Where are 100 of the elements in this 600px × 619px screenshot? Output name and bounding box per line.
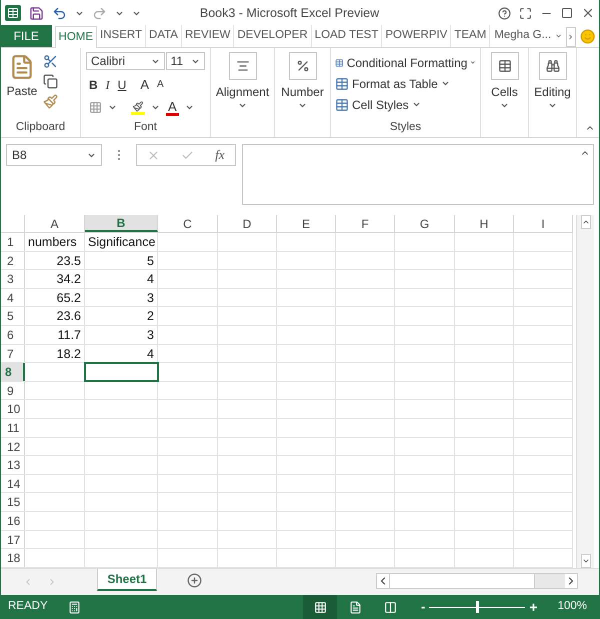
table-cell[interactable]: 65.2 <box>25 288 85 306</box>
row-header[interactable]: 6 <box>1 326 25 344</box>
undo-icon[interactable] <box>52 6 67 20</box>
fill-color-icon[interactable] <box>131 100 145 114</box>
scrollbar-thumb[interactable] <box>389 574 535 588</box>
file-tab[interactable]: FILE <box>1 25 52 47</box>
dropdown-caret-icon <box>500 101 509 110</box>
ribbon-tab[interactable]: POWERPIV <box>382 25 452 47</box>
scroll-up-icon[interactable] <box>580 215 590 229</box>
styles-menu-button[interactable]: Conditional Formatting <box>346 54 468 72</box>
styles-menu-button[interactable]: Cell Styles <box>352 96 409 114</box>
zoom-slider-track[interactable] <box>429 601 526 613</box>
cut-icon[interactable] <box>43 54 58 69</box>
ribbon-display-icon[interactable] <box>519 6 532 20</box>
new-sheet-icon[interactable] <box>187 572 202 588</box>
row-header[interactable]: 17 <box>1 530 25 548</box>
format-painter-icon[interactable] <box>43 94 58 109</box>
zoom-in-button[interactable]: + <box>529 596 538 618</box>
table-cell[interactable]: 3 <box>85 288 158 306</box>
row-header[interactable]: 2 <box>1 252 25 270</box>
horizontal-scrollbar[interactable] <box>376 572 578 589</box>
table-cell[interactable]: 4 <box>85 270 158 288</box>
maximize-icon[interactable] <box>561 7 573 19</box>
table-cell[interactable]: 18.2 <box>25 344 85 362</box>
close-icon[interactable] <box>581 6 595 20</box>
vertical-scrollbar[interactable] <box>576 215 594 568</box>
editing-button[interactable]: Editing <box>534 83 571 101</box>
table-cell[interactable]: 23.6 <box>25 307 85 325</box>
shrink-font-button[interactable]: A <box>157 77 164 92</box>
row-header[interactable]: 9 <box>1 382 25 400</box>
table-cell[interactable]: 4 <box>85 344 158 362</box>
ribbon-tab[interactable]: REVIEW <box>182 25 234 47</box>
save-icon[interactable] <box>29 6 44 20</box>
paste-button[interactable]: Paste <box>5 52 39 119</box>
formula-field[interactable] <box>242 144 594 205</box>
italic-button[interactable]: I <box>106 76 110 94</box>
font-name-field[interactable]: Calibri <box>86 52 165 70</box>
ribbon-tab[interactable]: DATA <box>146 25 182 47</box>
table-cell[interactable]: 5 <box>85 252 158 270</box>
help-icon[interactable] <box>498 6 511 20</box>
number-button[interactable]: Number <box>281 83 324 101</box>
column-header[interactable]: B <box>85 215 158 232</box>
sheet-tab[interactable]: Sheet1 <box>97 568 157 591</box>
row-header[interactable]: 12 <box>1 438 25 456</box>
borders-icon[interactable] <box>89 101 102 114</box>
row-header[interactable]: 10 <box>1 400 25 418</box>
row-header[interactable]: 5 <box>1 307 25 325</box>
table-cell[interactable] <box>85 363 158 381</box>
row-header[interactable]: 7 <box>1 344 25 362</box>
row-header[interactable]: 4 <box>1 288 25 306</box>
copy-icon[interactable] <box>43 74 58 89</box>
row-header[interactable]: 16 <box>1 512 25 530</box>
font-color-button[interactable]: A <box>166 100 179 116</box>
underline-button[interactable]: U <box>118 76 126 94</box>
page-break-icon[interactable] <box>384 600 398 614</box>
alignment-button[interactable]: Alignment <box>216 83 270 101</box>
row-header[interactable]: 8 <box>1 363 25 381</box>
column-header[interactable]: G <box>395 215 455 232</box>
zoom-out-button[interactable]: - <box>421 597 426 617</box>
table-cell[interactable]: 34.2 <box>25 270 85 288</box>
cells-button[interactable]: Cells <box>491 83 518 101</box>
row-header[interactable]: 18 <box>1 549 25 567</box>
column-header[interactable]: I <box>514 215 573 232</box>
scroll-down-icon[interactable] <box>580 554 590 568</box>
column-header[interactable]: C <box>158 215 218 232</box>
table-cell[interactable]: 11.7 <box>25 326 85 344</box>
user-name[interactable]: Megha G... <box>490 25 556 47</box>
row-header[interactable]: 15 <box>1 493 25 511</box>
bold-button[interactable]: B <box>89 76 98 94</box>
column-header[interactable]: F <box>336 215 395 232</box>
zoom-percentage[interactable]: 100% <box>558 598 587 616</box>
table-cell[interactable]: numbers <box>25 233 85 251</box>
column-header[interactable]: D <box>218 215 277 232</box>
zoom-slider-thumb[interactable] <box>476 601 480 613</box>
scroll-left-icon[interactable] <box>377 574 389 588</box>
page-layout-icon[interactable] <box>349 600 362 614</box>
table-cell[interactable]: 3 <box>85 326 158 344</box>
column-header[interactable]: E <box>277 215 336 232</box>
styles-menu-button[interactable]: Format as Table <box>352 74 438 92</box>
ribbon-tab[interactable]: HOME <box>54 26 98 48</box>
normal-view-button[interactable] <box>303 595 338 619</box>
row-header[interactable]: 3 <box>1 270 25 288</box>
ribbon-tab[interactable]: INSERT <box>97 25 146 47</box>
font-size-field[interactable]: 11 <box>166 52 205 70</box>
row-header[interactable]: 1 <box>1 233 25 251</box>
scroll-right-icon[interactable] <box>565 574 577 588</box>
name-box[interactable]: B8 <box>6 144 102 166</box>
user-caret-icon <box>555 32 562 40</box>
table-cell[interactable]: Significance <box>85 233 158 251</box>
row-header[interactable]: 14 <box>1 474 25 492</box>
ribbon-tab[interactable]: TEAM <box>451 25 490 47</box>
grow-font-button[interactable]: A <box>140 75 150 94</box>
table-cell[interactable]: 23.5 <box>25 252 85 270</box>
row-header[interactable]: 13 <box>1 456 25 474</box>
ribbon-tab[interactable]: LOAD TEST <box>312 25 382 47</box>
table-cell[interactable]: 2 <box>85 307 158 325</box>
row-header[interactable]: 11 <box>1 418 25 437</box>
column-header[interactable]: H <box>455 215 514 232</box>
ribbon-tab[interactable]: DEVELOPER <box>234 25 312 47</box>
insert-function-icon[interactable]: fx <box>215 145 225 165</box>
